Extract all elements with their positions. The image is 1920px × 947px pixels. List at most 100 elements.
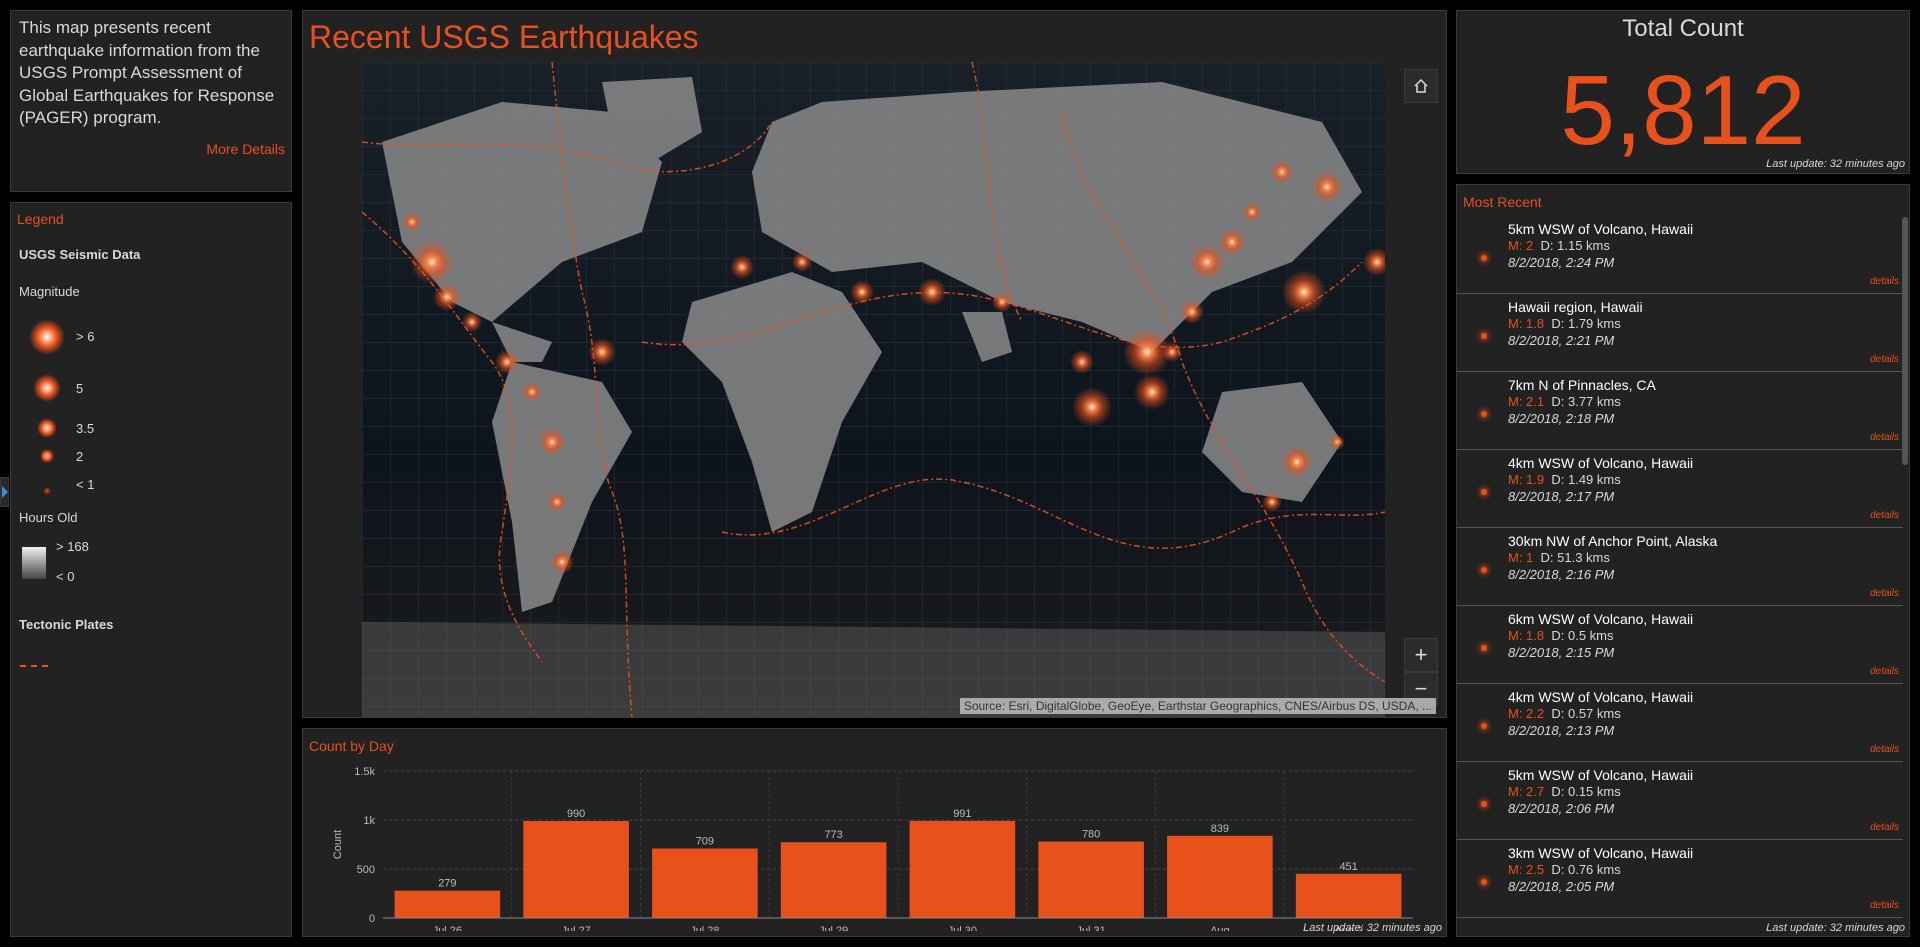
magnitude-dot-icon — [1481, 723, 1487, 729]
legend-hours-max: > 168 — [56, 539, 89, 554]
legend-magnitude-3: 3.5 — [76, 421, 95, 436]
list-item[interactable]: 5km WSW of Volcano, Hawaii M: 2 D: 1.15 k… — [1457, 216, 1903, 294]
details-link[interactable]: details — [1870, 744, 1899, 755]
magnitude-dot-icon — [1481, 567, 1487, 573]
x-tick-label: Jul 27 — [561, 925, 590, 931]
description-panel: This map presents recent earthquake info… — [10, 10, 292, 192]
map-title: Recent USGS Earthquakes — [309, 19, 699, 55]
bar — [1038, 841, 1144, 918]
details-link[interactable]: details — [1870, 666, 1899, 677]
quake-place: Hawaii region, Hawaii — [1508, 299, 1643, 315]
magnitude-dot-icon — [1481, 333, 1487, 339]
details-link[interactable]: details — [1870, 510, 1899, 521]
details-link[interactable]: details — [1870, 354, 1899, 365]
x-tick-label: Jul 31 — [1076, 925, 1105, 931]
details-link[interactable]: details — [1870, 822, 1899, 833]
quake-place: 4km WSW of Volcano, Hawaii — [1508, 455, 1694, 471]
quake-time: 8/2/2018, 2:05 PM — [1508, 879, 1615, 894]
legend-layer-name: USGS Seismic Data — [19, 247, 141, 262]
bar-value-label: 709 — [696, 836, 714, 848]
quake-meta: M: 1.9 D: 1.49 kms — [1508, 472, 1621, 487]
quake-magnitude: M: 1 — [1508, 550, 1534, 565]
total-count-title: Total Count — [1622, 15, 1744, 42]
count-by-day-chart: 0 500 1k 1.5k Count 279 Jul 26 990 Jul 27 709 Jul … — [332, 766, 1413, 931]
quake-place: 5km WSW of Volcano, Hawaii — [1508, 221, 1694, 237]
details-link[interactable]: details — [1870, 900, 1899, 911]
quake-meta: M: 2.2 D: 0.57 kms — [1508, 706, 1621, 721]
quake-magnitude: M: 2.2 — [1508, 706, 1545, 721]
chart-last-update: Last update: 32 minutes ago — [1303, 922, 1442, 934]
quake-time: 8/2/2018, 2:24 PM — [1508, 255, 1615, 270]
total-count-panel: Total Count 5,812 Last update: 32 minute… — [1456, 10, 1910, 174]
magnitude-dot-icon — [1481, 879, 1487, 885]
more-details-link[interactable]: More Details — [206, 141, 285, 157]
list-item[interactable]: 7km N of Pinnacles, CA M: 2.1 D: 3.77 kms… — [1457, 372, 1903, 450]
x-tick-label: Jul 29 — [819, 925, 848, 931]
list-item[interactable]: 6km WSW of Volcano, Hawaii M: 1.8 D: 0.5 … — [1457, 606, 1903, 684]
quake-depth: D: 1.15 kms — [1540, 238, 1610, 253]
quake-meta: M: 2.7 D: 0.15 kms — [1508, 784, 1621, 799]
total-last-update: Last update: 32 minutes ago — [1766, 158, 1905, 170]
legend-title: Legend — [17, 211, 64, 227]
bar-value-label: 991 — [953, 808, 971, 820]
quake-depth: D: 51.3 kms — [1540, 550, 1610, 565]
most-recent-panel: Most Recent 5km WSW of Volcano, Hawaii M:… — [1456, 184, 1910, 937]
bar-value-label: 839 — [1211, 823, 1229, 835]
legend-panel: Legend USGS Seismic Data Magnitude > 6 5… — [10, 202, 292, 937]
bar — [1295, 873, 1402, 918]
legend-magnitude-1: > 6 — [76, 329, 95, 344]
quake-magnitude: M: 1.8 — [1508, 628, 1545, 643]
quake-depth: D: 3.77 kms — [1551, 394, 1621, 409]
magnitude-symbol-2 — [40, 449, 54, 463]
y-tick-label: 500 — [357, 864, 375, 876]
details-link[interactable]: details — [1870, 588, 1899, 599]
world-map[interactable] — [362, 62, 1385, 717]
quake-place: 3km WSW of Volcano, Hawaii — [1508, 845, 1694, 861]
y-tick-label: 0 — [369, 913, 375, 925]
quake-time: 8/2/2018, 2:17 PM — [1508, 489, 1615, 504]
map-panel: Recent USGS Earthquakes + − Source: Esri… — [302, 10, 1447, 718]
recent-list: 5km WSW of Volcano, Hawaii M: 2 D: 1.15 k… — [1457, 216, 1903, 918]
bar-value-label: 451 — [1339, 861, 1357, 873]
y-tick-label: 1k — [363, 815, 375, 827]
bar — [652, 848, 758, 918]
quake-meta: M: 2.1 D: 3.77 kms — [1508, 394, 1621, 409]
details-link[interactable]: details — [1870, 276, 1899, 287]
home-icon — [1414, 78, 1428, 93]
bar-value-label: 780 — [1082, 829, 1100, 841]
zoom-in-button[interactable]: + — [1404, 638, 1438, 672]
quake-place: 6km WSW of Volcano, Hawaii — [1508, 611, 1694, 627]
total-count-value: 5,812 — [1560, 55, 1806, 165]
tectonic-plate-symbol — [20, 665, 48, 667]
list-item[interactable]: 3km WSW of Volcano, Hawaii M: 2.5 D: 0.76… — [1457, 840, 1903, 918]
y-tick-label: 1.5k — [354, 766, 375, 778]
recent-last-update: Last update: 32 minutes ago — [1766, 922, 1905, 934]
legend-magnitude-4: 2 — [76, 449, 84, 464]
y-axis-label: Count — [332, 830, 344, 859]
legend-magnitude-label: Magnitude — [19, 284, 80, 299]
list-item[interactable]: 4km WSW of Volcano, Hawaii M: 2.2 D: 0.57… — [1457, 684, 1903, 762]
list-item[interactable]: 5km WSW of Volcano, Hawaii M: 2.7 D: 0.15… — [1457, 762, 1903, 840]
x-tick-label: Jul 26 — [433, 925, 462, 931]
legend-magnitude-2: 5 — [76, 381, 84, 396]
list-item[interactable]: Hawaii region, Hawaii M: 1.8 D: 1.79 kms 8… — [1457, 294, 1903, 372]
quake-place: 30km NW of Anchor Point, Alaska — [1508, 533, 1718, 549]
magnitude-dot-icon — [1481, 255, 1487, 261]
magnitude-symbol-large — [29, 319, 65, 355]
bar-value-label: 279 — [438, 878, 456, 890]
legend-hours-min: < 0 — [56, 569, 75, 584]
details-link[interactable]: details — [1870, 432, 1899, 443]
map-canvas — [362, 62, 1385, 717]
sidebar-toggle-button[interactable] — [0, 477, 9, 507]
magnitude-dot-icon — [1481, 645, 1487, 651]
magnitude-symbol-5 — [33, 374, 61, 402]
quake-meta: M: 1.8 D: 1.79 kms — [1508, 316, 1621, 331]
bar — [909, 820, 1016, 918]
home-button[interactable] — [1404, 69, 1438, 103]
quake-meta: M: 1.8 D: 0.5 kms — [1508, 628, 1613, 643]
list-item[interactable]: 4km WSW of Volcano, Hawaii M: 1.9 D: 1.49… — [1457, 450, 1903, 528]
description-text: This map presents recent earthquake info… — [19, 18, 275, 127]
magnitude-dot-icon — [1481, 411, 1487, 417]
legend-magnitude-5: < 1 — [76, 477, 95, 492]
list-item[interactable]: 30km NW of Anchor Point, Alaska M: 1 D: 5… — [1457, 528, 1903, 606]
